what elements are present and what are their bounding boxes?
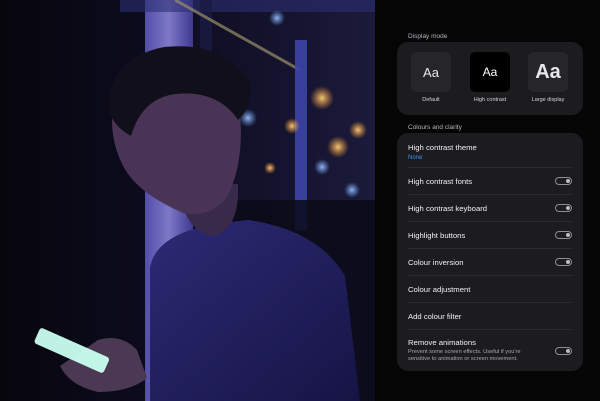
setting-title: High contrast fonts [408,177,473,186]
accessibility-settings-panel: Display mode Aa Default Aa High contrast… [375,0,600,401]
mode-label-large-display: Large display [531,97,565,103]
mode-preview-default: Aa [411,52,451,92]
high-contrast-fonts-toggle[interactable] [555,177,572,185]
divider [408,248,572,249]
mode-preview-large-display: Aa [528,52,568,92]
setting-title: Add colour filter [408,312,462,321]
display-mode-large-display[interactable]: Aa Large display [527,52,569,103]
divider [408,302,572,303]
display-mode-card: Aa Default Aa High contrast Aa Large dis… [397,42,583,115]
mode-preview-high-contrast: Aa [470,52,510,92]
divider [408,275,572,276]
setting-colour-inversion[interactable]: Colour inversion [408,258,572,267]
setting-add-colour-filter[interactable]: Add colour filter [408,312,572,321]
hero-photo [0,0,375,401]
divider [408,329,572,330]
setting-highlight-buttons[interactable]: Highlight buttons [408,231,572,240]
divider [408,194,572,195]
setting-title: High contrast keyboard [408,204,488,213]
setting-title: Colour inversion [408,258,464,267]
setting-colour-adjustment[interactable]: Colour adjustment [408,285,572,294]
colours-clarity-card: High contrast theme None High contrast f… [397,133,583,371]
display-mode-high-contrast[interactable]: Aa High contrast [469,52,511,103]
display-mode-default[interactable]: Aa Default [410,52,452,103]
setting-title: Remove animations [408,338,476,347]
mode-label-high-contrast: High contrast [473,97,507,103]
display-mode-title: Display mode [408,33,448,40]
setting-high-contrast-theme[interactable]: High contrast theme None [408,143,572,161]
remove-animations-toggle[interactable] [555,347,572,355]
setting-remove-animations[interactable]: Remove animations Prevent some screen ef… [408,338,572,363]
setting-title: High contrast theme [408,143,477,152]
colours-clarity-title: Colours and clarity [408,124,462,131]
divider [408,221,572,222]
setting-high-contrast-keyboard[interactable]: High contrast keyboard [408,204,572,213]
mode-label-default: Default [422,97,440,103]
high-contrast-keyboard-toggle[interactable] [555,204,572,212]
setting-title: Highlight buttons [408,231,466,240]
highlight-buttons-toggle[interactable] [555,231,572,239]
divider [408,167,572,168]
colour-inversion-toggle[interactable] [555,258,572,266]
setting-description: Prevent some screen effects. Useful if y… [408,349,521,362]
setting-value: None [408,155,423,161]
setting-title: Colour adjustment [408,285,471,294]
setting-high-contrast-fonts[interactable]: High contrast fonts [408,177,572,186]
